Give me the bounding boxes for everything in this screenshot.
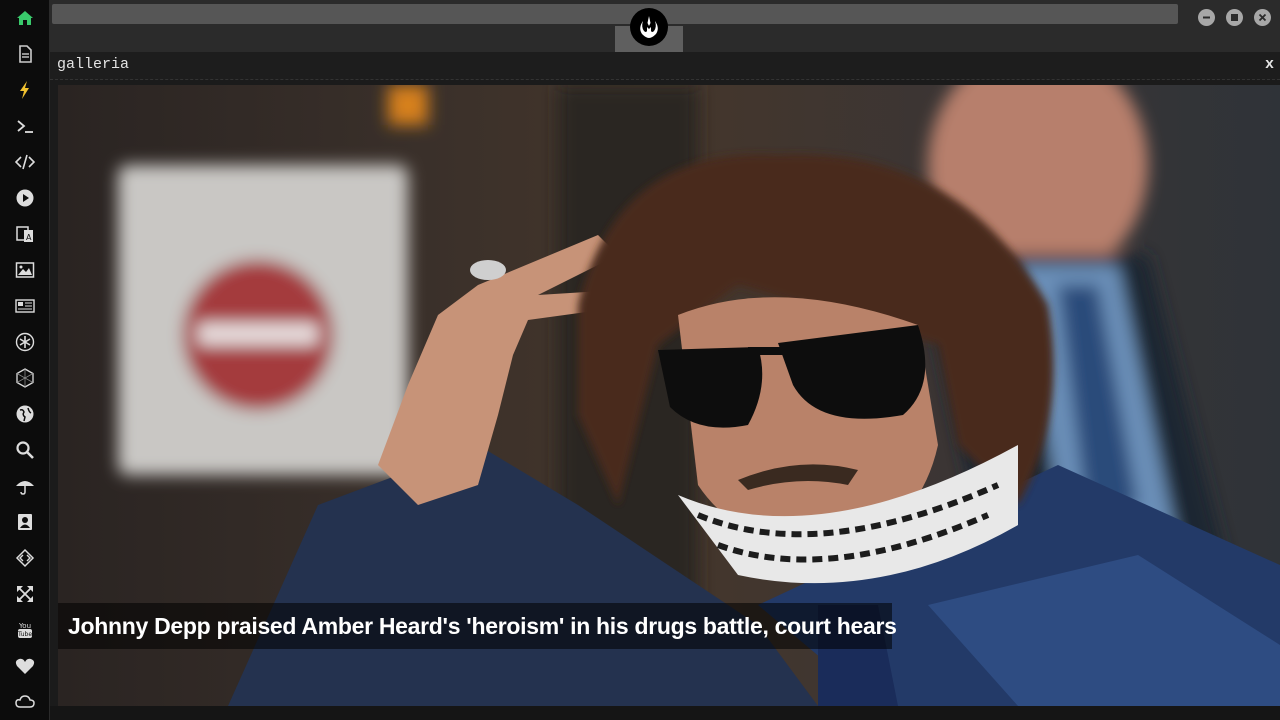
expand-icon — [17, 586, 33, 602]
panel-title: galleria — [57, 56, 130, 73]
cloud-icon — [15, 695, 35, 708]
image-caption: Johnny Depp praised Amber Heard's 'heroi… — [58, 603, 897, 649]
bottom-strip — [50, 706, 1280, 720]
image-icon — [15, 262, 35, 278]
sidebar-item-lightning[interactable] — [0, 72, 50, 108]
panel-close-button[interactable]: x — [1265, 56, 1274, 73]
sidebar-item-asterisk[interactable] — [0, 324, 50, 360]
sidebar: A You Tube — [0, 0, 50, 720]
sidebar-item-youtube[interactable]: You Tube — [0, 612, 50, 648]
terminal-icon — [17, 120, 33, 133]
heart-icon — [15, 658, 35, 674]
search-icon — [16, 441, 34, 459]
sidebar-item-terminal[interactable] — [0, 108, 50, 144]
svg-text:A: A — [26, 233, 32, 242]
sidebar-item-cloud[interactable] — [0, 684, 50, 720]
globe-icon — [16, 405, 34, 423]
minimize-icon — [1203, 16, 1210, 19]
sidebar-item-umbrella[interactable] — [0, 468, 50, 504]
sidebar-item-home[interactable] — [0, 0, 50, 36]
sidebar-item-expand[interactable] — [0, 576, 50, 612]
code-icon — [15, 154, 35, 170]
umbrella-icon — [16, 481, 34, 495]
newspaper-icon — [15, 299, 35, 313]
close-icon — [1258, 13, 1267, 22]
hexagon-icon — [16, 368, 34, 388]
document-icon — [19, 45, 32, 63]
sidebar-item-hexagon[interactable] — [0, 360, 50, 396]
svg-text:Tube: Tube — [17, 631, 32, 638]
asterisk-icon — [15, 332, 35, 352]
sidebar-item-play[interactable] — [0, 180, 50, 216]
svg-text:You: You — [18, 622, 31, 630]
top-bar — [50, 0, 1280, 52]
maximize-icon — [1231, 14, 1238, 21]
logo-badge[interactable] — [630, 8, 668, 46]
sidebar-item-heart[interactable] — [0, 648, 50, 684]
home-icon — [17, 11, 33, 25]
sidebar-item-newspaper[interactable] — [0, 288, 50, 324]
panel-header: galleria x — [50, 52, 1280, 80]
sidebar-item-search[interactable] — [0, 432, 50, 468]
sidebar-item-image[interactable] — [0, 252, 50, 288]
lightning-icon — [20, 81, 29, 99]
sidebar-item-document[interactable] — [0, 36, 50, 72]
maximize-button[interactable] — [1226, 9, 1243, 26]
rebel-alliance-icon — [640, 16, 658, 38]
sidebar-item-contact[interactable] — [0, 504, 50, 540]
sidebar-item-code[interactable] — [0, 144, 50, 180]
close-window-button[interactable] — [1254, 9, 1271, 26]
sidebar-item-diamond-code[interactable] — [0, 540, 50, 576]
sidebar-item-globe[interactable] — [0, 396, 50, 432]
play-icon — [16, 189, 34, 207]
diamond-code-icon — [15, 548, 35, 568]
youtube-icon: YouTube — [17, 622, 32, 638]
sidebar-item-translate[interactable]: A — [0, 216, 50, 252]
address-bar[interactable] — [52, 4, 1178, 24]
minimize-button[interactable] — [1198, 9, 1215, 26]
translate-icon: A — [16, 226, 33, 242]
contact-icon — [18, 514, 32, 530]
